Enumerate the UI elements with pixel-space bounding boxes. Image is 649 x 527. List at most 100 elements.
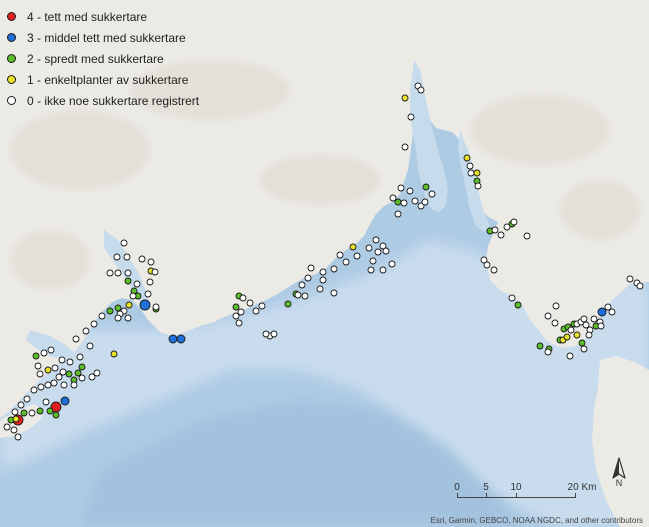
observation-point-absent[interactable] [307, 264, 315, 272]
observation-point-absent[interactable] [114, 314, 122, 322]
observation-point-absent[interactable] [59, 368, 67, 376]
observation-point-absent[interactable] [3, 423, 11, 431]
observation-point-sparse[interactable] [124, 277, 132, 285]
observation-point-sparse[interactable] [32, 352, 40, 360]
observation-point-absent[interactable] [319, 276, 327, 284]
observation-point-absent[interactable] [86, 342, 94, 350]
observation-point-absent[interactable] [124, 314, 132, 322]
observation-point-absent[interactable] [497, 231, 505, 239]
observation-point-absent[interactable] [608, 308, 616, 316]
observation-point-absent[interactable] [551, 319, 559, 327]
observation-point-absent[interactable] [544, 312, 552, 320]
observation-point-absent[interactable] [491, 226, 499, 234]
observation-point-absent[interactable] [374, 248, 382, 256]
observation-point-sparse[interactable] [514, 301, 522, 309]
observation-point-medium[interactable] [139, 299, 151, 311]
observation-point-absent[interactable] [490, 266, 498, 274]
observation-point-sparse[interactable] [78, 363, 86, 371]
observation-point-absent[interactable] [582, 321, 590, 329]
observation-point-single[interactable] [401, 94, 409, 102]
observation-point-absent[interactable] [90, 320, 98, 328]
observation-point-absent[interactable] [330, 265, 338, 273]
observation-point-absent[interactable] [397, 184, 405, 192]
observation-point-absent[interactable] [474, 182, 482, 190]
observation-point-absent[interactable] [466, 162, 474, 170]
observation-point-absent[interactable] [319, 268, 327, 276]
observation-point-absent[interactable] [367, 266, 375, 274]
observation-point-absent[interactable] [82, 327, 90, 335]
observation-point-single[interactable] [125, 301, 133, 309]
observation-point-absent[interactable] [294, 291, 302, 299]
observation-point-absent[interactable] [503, 223, 511, 231]
observation-point-absent[interactable] [72, 335, 80, 343]
observation-point-absent[interactable] [400, 199, 408, 207]
observation-point-sparse[interactable] [106, 307, 114, 315]
observation-point-sparse[interactable] [36, 407, 44, 415]
observation-point-absent[interactable] [23, 395, 31, 403]
observation-point-sparse[interactable] [578, 339, 586, 347]
observation-point-sparse[interactable] [394, 198, 402, 206]
observation-point-absent[interactable] [146, 278, 154, 286]
observation-point-absent[interactable] [552, 302, 560, 310]
observation-point-absent[interactable] [379, 266, 387, 274]
observation-point-absent[interactable] [411, 197, 419, 205]
observation-point-sparse[interactable] [46, 407, 54, 415]
observation-point-absent[interactable] [316, 285, 324, 293]
map-view[interactable]: 4 - tett med sukkertare 3 - middel tett … [0, 0, 649, 527]
observation-point-absent[interactable] [50, 379, 58, 387]
observation-point-absent[interactable] [28, 409, 36, 417]
observation-point-absent[interactable] [597, 322, 605, 330]
observation-point-absent[interactable] [258, 302, 266, 310]
observation-point-absent[interactable] [66, 358, 74, 366]
observation-point-absent[interactable] [138, 255, 146, 263]
observation-point-absent[interactable] [40, 349, 48, 357]
observation-point-absent[interactable] [93, 369, 101, 377]
observation-point-absent[interactable] [330, 289, 338, 297]
observation-point-absent[interactable] [124, 269, 132, 277]
observation-point-absent[interactable] [232, 312, 240, 320]
observation-point-absent[interactable] [152, 303, 160, 311]
observation-point-absent[interactable] [30, 386, 38, 394]
observation-point-absent[interactable] [626, 275, 634, 283]
observation-point-absent[interactable] [113, 253, 121, 261]
observation-point-absent[interactable] [106, 269, 114, 277]
observation-point-sparse[interactable] [422, 183, 430, 191]
observation-point-absent[interactable] [301, 292, 309, 300]
observation-point-absent[interactable] [51, 364, 59, 372]
observation-point-absent[interactable] [262, 330, 270, 338]
observation-point-absent[interactable] [55, 373, 63, 381]
observation-point-sparse[interactable] [232, 303, 240, 311]
observation-point-absent[interactable] [382, 247, 390, 255]
observation-point-absent[interactable] [401, 143, 409, 151]
observation-point-absent[interactable] [580, 315, 588, 323]
observation-point-absent[interactable] [394, 210, 402, 218]
observation-point-absent[interactable] [252, 307, 260, 315]
observation-point-absent[interactable] [239, 294, 247, 302]
observation-point-absent[interactable] [604, 303, 612, 311]
observation-point-sparse[interactable] [52, 411, 60, 419]
observation-point-absent[interactable] [123, 253, 131, 261]
observation-point-absent[interactable] [129, 292, 137, 300]
observation-point-absent[interactable] [369, 257, 377, 265]
observation-point-absent[interactable] [566, 352, 574, 360]
observation-point-absent[interactable] [10, 426, 18, 434]
observation-point-absent[interactable] [98, 312, 106, 320]
observation-point-single[interactable] [110, 350, 118, 358]
observation-point-sparse[interactable] [65, 370, 73, 378]
observation-point-absent[interactable] [151, 268, 159, 276]
observation-point-medium[interactable] [597, 307, 607, 317]
observation-point-absent[interactable] [147, 258, 155, 266]
observation-point-single[interactable] [349, 243, 357, 251]
observation-point-absent[interactable] [78, 374, 86, 382]
observation-point-absent[interactable] [120, 239, 128, 247]
observation-point-absent[interactable] [421, 198, 429, 206]
observation-point-absent[interactable] [70, 381, 78, 389]
observation-point-absent[interactable] [467, 169, 475, 177]
observation-point-absent[interactable] [508, 294, 516, 302]
observation-point-absent[interactable] [47, 346, 55, 354]
observation-point-absent[interactable] [510, 218, 518, 226]
observation-point-sparse[interactable] [536, 342, 544, 350]
observation-point-single[interactable] [12, 415, 20, 423]
observation-point-absent[interactable] [246, 299, 254, 307]
observation-point-absent[interactable] [406, 187, 414, 195]
